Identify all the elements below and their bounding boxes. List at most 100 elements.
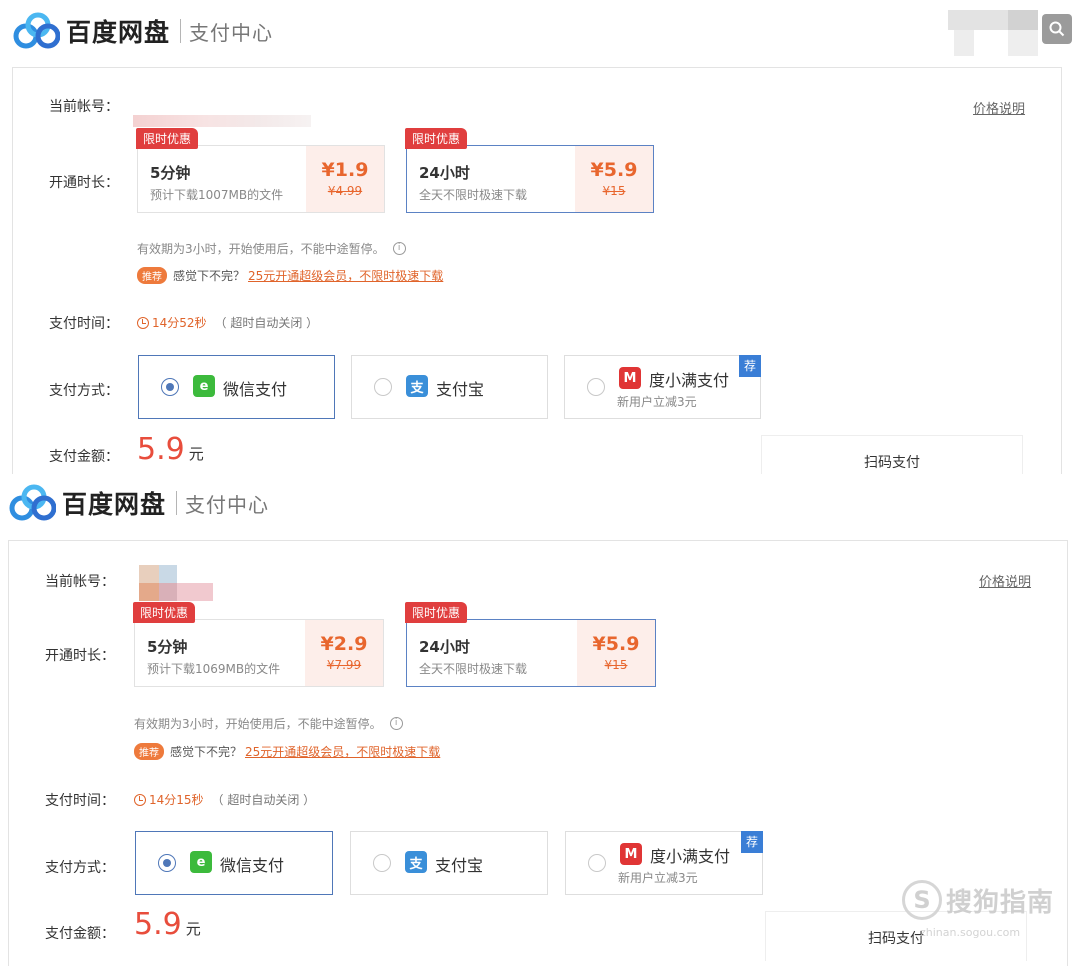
limited-offer-tag: 限时优惠 xyxy=(136,128,199,149)
pay-option-alipay[interactable]: 支 支付宝 xyxy=(351,355,548,419)
radio-button[interactable] xyxy=(374,378,392,396)
option-name: 5分钟 xyxy=(147,638,188,656)
brand-subtitle: 支付中心 xyxy=(185,492,270,517)
pay-time-label: 支付时间： xyxy=(45,793,115,809)
option-price-box: ¥5.9 ¥15 xyxy=(575,146,653,212)
radio-button[interactable] xyxy=(373,854,391,872)
account-value-blurred xyxy=(133,115,311,127)
validity-note-text: 有效期为3小时，开始使用后，不能中途暂停。 xyxy=(134,717,382,731)
duration-label: 开通时长： xyxy=(45,648,115,664)
recommend-badge: 推荐 xyxy=(137,267,167,284)
payment-card: 当前帐号： 价格说明 开通时长： 限时优惠 5分钟 预计下载1007MB的文件 … xyxy=(12,67,1062,474)
option-original-price: ¥15 xyxy=(604,658,628,672)
info-icon[interactable]: i xyxy=(392,242,406,255)
pay-option-name: 度小满支付 xyxy=(649,371,730,390)
baidu-netdisk-logo-icon xyxy=(13,12,60,49)
radio-button[interactable] xyxy=(587,378,605,396)
limited-offer-tag: 限时优惠 xyxy=(405,602,468,623)
amount-value: 5.9 xyxy=(134,907,182,942)
brand-name: 百度网盘 xyxy=(66,18,171,47)
amount-unit: 元 xyxy=(188,445,204,463)
option-original-price: ¥15 xyxy=(602,184,626,198)
amount-value: 5.9 xyxy=(137,432,185,467)
countdown-timer: 14分15秒 （ 超时自动关闭 ） xyxy=(134,791,315,808)
pay-amount-label: 支付金额： xyxy=(45,926,115,942)
option-price-box: ¥5.9 ¥15 xyxy=(577,620,655,686)
option-original-price: ¥4.99 xyxy=(327,184,363,198)
duration-option-24h[interactable]: 限时优惠 24小时 全天不限时极速下载 ¥5.9 ¥15 xyxy=(405,602,656,687)
header-brand[interactable]: 百度网盘 支付中心 xyxy=(8,484,269,522)
price-explanation-link[interactable]: 价格说明 xyxy=(973,98,1025,117)
recommended-badge: 荐 xyxy=(741,831,763,853)
option-description: 预计下载1069MB的文件 xyxy=(147,662,281,676)
account-value-blurred xyxy=(139,565,219,601)
option-price-box: ¥1.9 ¥4.99 xyxy=(306,146,384,212)
brand-subtitle: 支付中心 xyxy=(189,20,274,45)
countdown-timer: 14分52秒 （ 超时自动关闭 ） xyxy=(137,314,318,331)
pay-option-alipay[interactable]: 支 支付宝 xyxy=(350,831,548,895)
pay-method-label: 支付方式： xyxy=(45,860,115,876)
option-original-price: ¥7.99 xyxy=(326,658,362,672)
promo-row: 推荐 感觉下不完？ 25元开通超级会员，不限时极速下载 xyxy=(137,267,443,284)
payment-screenshot-1: 百度网盘 支付中心 当前帐号： 价格说明 开通时长： 限时优惠 5分钟 预计下载… xyxy=(0,0,1080,474)
duration-label: 开通时长： xyxy=(49,175,119,191)
search-icon xyxy=(1049,21,1065,37)
duxiaoman-icon: M xyxy=(620,843,642,865)
validity-note-text: 有效期为3小时，开始使用后，不能中途暂停。 xyxy=(137,242,385,256)
recommend-badge: 推荐 xyxy=(134,743,164,760)
wechat-pay-icon: e xyxy=(193,375,215,397)
pay-option-name: 微信支付 xyxy=(223,380,288,399)
pay-option-name: 微信支付 xyxy=(220,856,285,875)
super-vip-link[interactable]: 25元开通超级会员，不限时极速下载 xyxy=(248,267,443,284)
info-icon[interactable]: i xyxy=(389,717,403,730)
pay-option-duxiaoman[interactable]: M 度小满支付 新用户立减3元 荐 xyxy=(564,355,761,419)
option-price: ¥5.9 xyxy=(592,633,640,655)
clock-icon xyxy=(137,316,149,329)
option-description: 全天不限时极速下载 xyxy=(419,662,528,676)
radio-button[interactable] xyxy=(588,854,606,872)
option-price: ¥2.9 xyxy=(320,633,368,655)
pay-option-wechat[interactable]: e 微信支付 xyxy=(138,355,335,419)
scan-to-pay-button[interactable]: 扫码支付 xyxy=(761,435,1023,474)
duration-option-24h[interactable]: 限时优惠 24小时 全天不限时极速下载 ¥5.9 ¥15 xyxy=(405,128,654,213)
radio-button[interactable] xyxy=(158,854,176,872)
watermark-url: zhinan.sogou.com xyxy=(920,926,1021,939)
promo-text: 感觉下不完？ xyxy=(170,745,243,759)
pay-option-duxiaoman[interactable]: M 度小满支付 新用户立减3元 荐 xyxy=(565,831,763,895)
header-brand[interactable]: 百度网盘 支付中心 xyxy=(12,12,273,50)
super-vip-link[interactable]: 25元开通超级会员，不限时极速下载 xyxy=(245,743,440,760)
sogou-watermark: S 搜狗指南 xyxy=(902,880,1054,920)
alipay-icon: 支 xyxy=(406,375,428,397)
brand-divider xyxy=(180,19,182,43)
limited-offer-tag: 限时优惠 xyxy=(405,128,468,149)
price-explanation-link[interactable]: 价格说明 xyxy=(979,571,1031,590)
duration-option-5min[interactable]: 限时优惠 5分钟 预计下载1069MB的文件 ¥2.9 ¥7.99 xyxy=(133,602,384,687)
countdown-value: 14分15秒 xyxy=(149,793,204,807)
promo-text: 感觉下不完？ xyxy=(173,269,246,283)
brand-name: 百度网盘 xyxy=(62,490,167,519)
option-price: ¥1.9 xyxy=(321,159,369,181)
radio-button[interactable] xyxy=(161,378,179,396)
option-description: 预计下载1007MB的文件 xyxy=(150,188,284,202)
search-button[interactable] xyxy=(1042,14,1072,44)
duration-option-5min[interactable]: 限时优惠 5分钟 预计下载1007MB的文件 ¥1.9 ¥4.99 xyxy=(136,128,385,213)
countdown-value: 14分52秒 xyxy=(152,316,207,330)
countdown-note: （ 超时自动关闭 ） xyxy=(214,316,319,330)
wechat-pay-icon: e xyxy=(190,851,212,873)
pay-option-name: 度小满支付 xyxy=(650,847,731,866)
pay-option-subtext: 新用户立减3元 xyxy=(617,395,697,409)
option-name: 24小时 xyxy=(419,638,470,656)
countdown-note: （ 超时自动关闭 ） xyxy=(211,793,316,807)
blurred-user-area xyxy=(948,10,1038,56)
pay-time-label: 支付时间： xyxy=(49,316,119,332)
pay-option-wechat[interactable]: e 微信支付 xyxy=(135,831,333,895)
recommended-badge: 荐 xyxy=(739,355,761,377)
duxiaoman-icon: M xyxy=(619,367,641,389)
pay-amount: 5.9 元 xyxy=(137,432,204,467)
limited-offer-tag: 限时优惠 xyxy=(133,602,196,623)
sogou-logo-icon: S xyxy=(902,880,942,920)
pay-option-name: 支付宝 xyxy=(436,380,485,399)
alipay-icon: 支 xyxy=(405,851,427,873)
promo-row: 推荐 感觉下不完？ 25元开通超级会员，不限时极速下载 xyxy=(134,743,440,760)
account-label: 当前帐号： xyxy=(45,574,115,590)
